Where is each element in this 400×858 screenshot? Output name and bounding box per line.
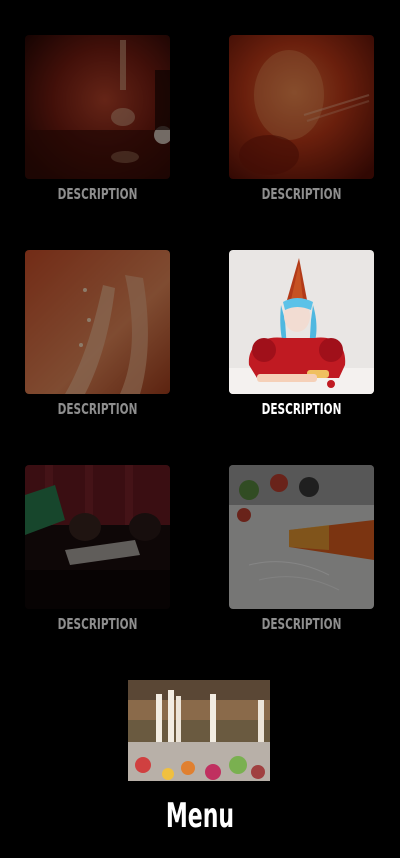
gallery-item-caption: DESCRIPTION <box>57 615 138 633</box>
hands-reaching-photo <box>25 250 170 394</box>
gallery-item-caption: DESCRIPTION <box>57 400 138 418</box>
gallery-item-6[interactable]: DESCRIPTION <box>229 465 374 633</box>
fallen-glass-photo <box>229 465 374 609</box>
gallery-item-caption: DESCRIPTION <box>261 400 342 418</box>
menu-thumbnail[interactable] <box>128 680 270 781</box>
gallery-item-3[interactable]: DESCRIPTION <box>25 250 170 418</box>
candle-table-photo <box>25 35 170 179</box>
gallery-item-caption: DESCRIPTION <box>261 185 342 203</box>
gallery-item-5[interactable]: DESCRIPTION <box>25 465 170 633</box>
dinner-table-candles-photo <box>128 680 270 781</box>
gallery-item-caption: DESCRIPTION <box>261 615 342 633</box>
red-blur-photo <box>229 35 374 179</box>
gallery-item-2[interactable]: DESCRIPTION <box>229 35 374 203</box>
party-hat-clown-photo <box>229 250 374 394</box>
gallery-item-4[interactable]: DESCRIPTION <box>229 250 374 418</box>
gallery-item-caption: DESCRIPTION <box>57 185 138 203</box>
lying-people-photo <box>25 465 170 609</box>
gallery-item-1[interactable]: DESCRIPTION <box>25 35 170 203</box>
menu-link[interactable]: Menu <box>128 796 272 836</box>
